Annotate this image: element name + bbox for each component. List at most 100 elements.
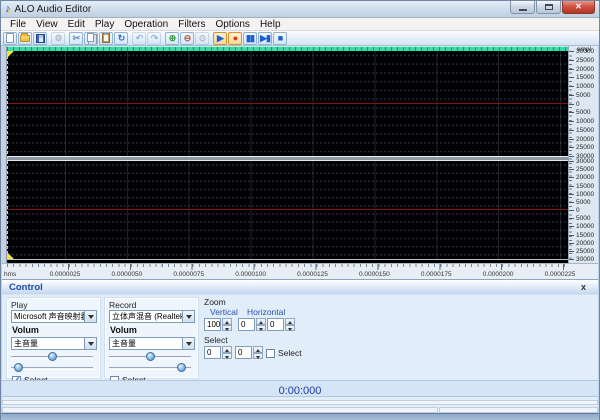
- spinner-down-icon[interactable]: [253, 352, 263, 359]
- zoom-vertical-value[interactable]: 100: [204, 318, 221, 331]
- forward-button[interactable]: ▶▮: [258, 31, 272, 45]
- control-panel-close-button[interactable]: x: [581, 282, 586, 292]
- play-volume-slider-1[interactable]: [11, 352, 93, 362]
- open-file-icon: [20, 32, 30, 42]
- cursor-marker-top[interactable]: [7, 51, 14, 58]
- spinner-down-icon[interactable]: [285, 324, 295, 331]
- waveform-channel-left[interactable]: [7, 51, 568, 156]
- amplitude-major-tick: [569, 250, 574, 252]
- new-file-button[interactable]: [3, 31, 17, 45]
- zoom-reset-button[interactable]: ⊙: [195, 31, 209, 45]
- select-checkbox[interactable]: [266, 348, 275, 358]
- amplitude-major-tick: [569, 234, 574, 236]
- menu-item-help[interactable]: Help: [255, 18, 286, 31]
- stop-icon: ■: [277, 32, 284, 43]
- save-file-button[interactable]: [33, 31, 47, 45]
- amplitude-label-ch1: 0: [576, 100, 580, 108]
- redo-icon: ↷: [150, 32, 158, 43]
- zoom-in-button[interactable]: ⊕: [165, 31, 179, 45]
- amplitude-label-ch2: 30000: [576, 158, 595, 165]
- amplitude-major-tick: [569, 161, 574, 162]
- menu-item-view[interactable]: View: [31, 18, 63, 31]
- play-button[interactable]: ▶: [213, 31, 227, 45]
- select-value-2[interactable]: 0: [235, 346, 252, 359]
- amplitude-major-tick: [569, 177, 574, 179]
- waveform-channel-right[interactable]: [7, 161, 568, 259]
- copy-button[interactable]: [84, 31, 98, 45]
- bottom-divider: [7, 259, 568, 260]
- minimize-icon: [518, 8, 527, 11]
- control-panel-body: Play Microsoft 声音映射器 Volum 主音量 ✓ Record …: [2, 295, 598, 386]
- select-spinner-1[interactable]: 0: [204, 346, 232, 359]
- menu-item-operation[interactable]: Operation: [119, 18, 173, 31]
- undo-button[interactable]: ↶: [132, 31, 146, 45]
- record-group: Record 立体声混音 (Realtek High D Volum 主音量: [105, 298, 198, 385]
- play-volume-value: 主音量: [14, 339, 38, 348]
- paste-button[interactable]: [99, 31, 113, 45]
- menu-item-filters[interactable]: Filters: [173, 18, 210, 31]
- play-group-label: Play: [11, 300, 28, 310]
- cut-button[interactable]: ✂: [69, 31, 83, 45]
- minimize-button[interactable]: [510, 1, 535, 14]
- play-volume-slider-2[interactable]: [11, 363, 93, 373]
- zoom-horizontal-spinner-1[interactable]: 0: [238, 318, 266, 331]
- record-device-select[interactable]: 立体声混音 (Realtek High D: [109, 310, 195, 323]
- chevron-down-icon[interactable]: [84, 311, 96, 322]
- amplitude-major-tick: [569, 138, 574, 140]
- select-checkbox-label: Select: [278, 348, 302, 358]
- play-volume-select[interactable]: 主音量: [11, 337, 97, 350]
- menu-item-options[interactable]: Options: [210, 18, 254, 31]
- cursor-marker-bottom[interactable]: [7, 252, 14, 259]
- window-title: ALO Audio Editor: [14, 3, 92, 15]
- slider-thumb[interactable]: [146, 352, 155, 361]
- refresh-button[interactable]: ↻: [114, 31, 128, 45]
- chevron-down-icon[interactable]: [182, 338, 194, 349]
- record-button[interactable]: ●: [228, 31, 242, 45]
- record-volume-slider-1[interactable]: [109, 352, 191, 362]
- slider-thumb[interactable]: [48, 352, 57, 361]
- zoom-out-button[interactable]: ⊖: [180, 31, 194, 45]
- chevron-down-icon[interactable]: [84, 338, 96, 349]
- settings-button[interactable]: ⚙: [51, 31, 65, 45]
- settings-icon: ⚙: [54, 32, 62, 43]
- zoom-vertical-spinner[interactable]: 100: [204, 318, 232, 331]
- pause-button[interactable]: ▮▮: [243, 31, 257, 45]
- zoom-horizontal-spinner-2[interactable]: 0: [267, 318, 295, 331]
- slider-thumb[interactable]: [177, 363, 187, 372]
- amplitude-major-tick: [569, 112, 574, 114]
- amplitude-major-tick: [569, 193, 574, 195]
- select-value-1[interactable]: 0: [204, 346, 221, 359]
- spinner-down-icon[interactable]: [222, 324, 232, 331]
- waveform-display: ampl 30000 25000 20000 15000 10000 5000 0 5000 1…: [2, 46, 598, 279]
- record-icon: ●: [232, 32, 239, 43]
- zoom-horizontal-value-1[interactable]: 0: [238, 318, 255, 331]
- record-volume-slider-2[interactable]: [109, 363, 191, 373]
- copy-icon: [86, 32, 94, 42]
- spinner-down-icon[interactable]: [256, 324, 266, 331]
- redo-button[interactable]: ↷: [147, 31, 161, 45]
- stop-button[interactable]: ■: [273, 31, 287, 45]
- amplitude-major-tick: [569, 147, 574, 149]
- menu-item-play[interactable]: Play: [90, 18, 119, 31]
- menu-bar: File View Edit Play Operation Filters Options H…: [1, 18, 599, 31]
- slider-thumb[interactable]: [13, 363, 23, 372]
- close-button[interactable]: ✕: [562, 1, 595, 14]
- record-volume-select[interactable]: 主音量: [109, 337, 195, 350]
- pause-icon: ▮▮: [246, 32, 255, 43]
- select-spinner-2[interactable]: 0: [235, 346, 263, 359]
- amplitude-label-ch2: 15000: [576, 182, 595, 190]
- amplitude-label-ch1: 15000: [576, 74, 595, 82]
- menu-item-edit[interactable]: Edit: [63, 18, 90, 31]
- zoom-horizontal-value-2[interactable]: 0: [267, 318, 284, 331]
- maximize-button[interactable]: [536, 1, 561, 14]
- time-display-bar: 0:00:000: [2, 380, 598, 397]
- play-device-select[interactable]: Microsoft 声音映射器: [11, 310, 97, 323]
- spinner-down-icon[interactable]: [222, 352, 232, 359]
- chevron-down-icon[interactable]: [182, 311, 194, 322]
- slider-groove: [11, 367, 93, 369]
- menu-item-file[interactable]: File: [5, 18, 31, 31]
- play-group: Play Microsoft 声音映射器 Volum 主音量 ✓: [7, 298, 100, 386]
- title-bar[interactable]: ♪ ALO Audio Editor ✕: [1, 1, 599, 18]
- amplitude-label-ch2: 20000: [576, 174, 595, 182]
- open-file-button[interactable]: [18, 31, 32, 45]
